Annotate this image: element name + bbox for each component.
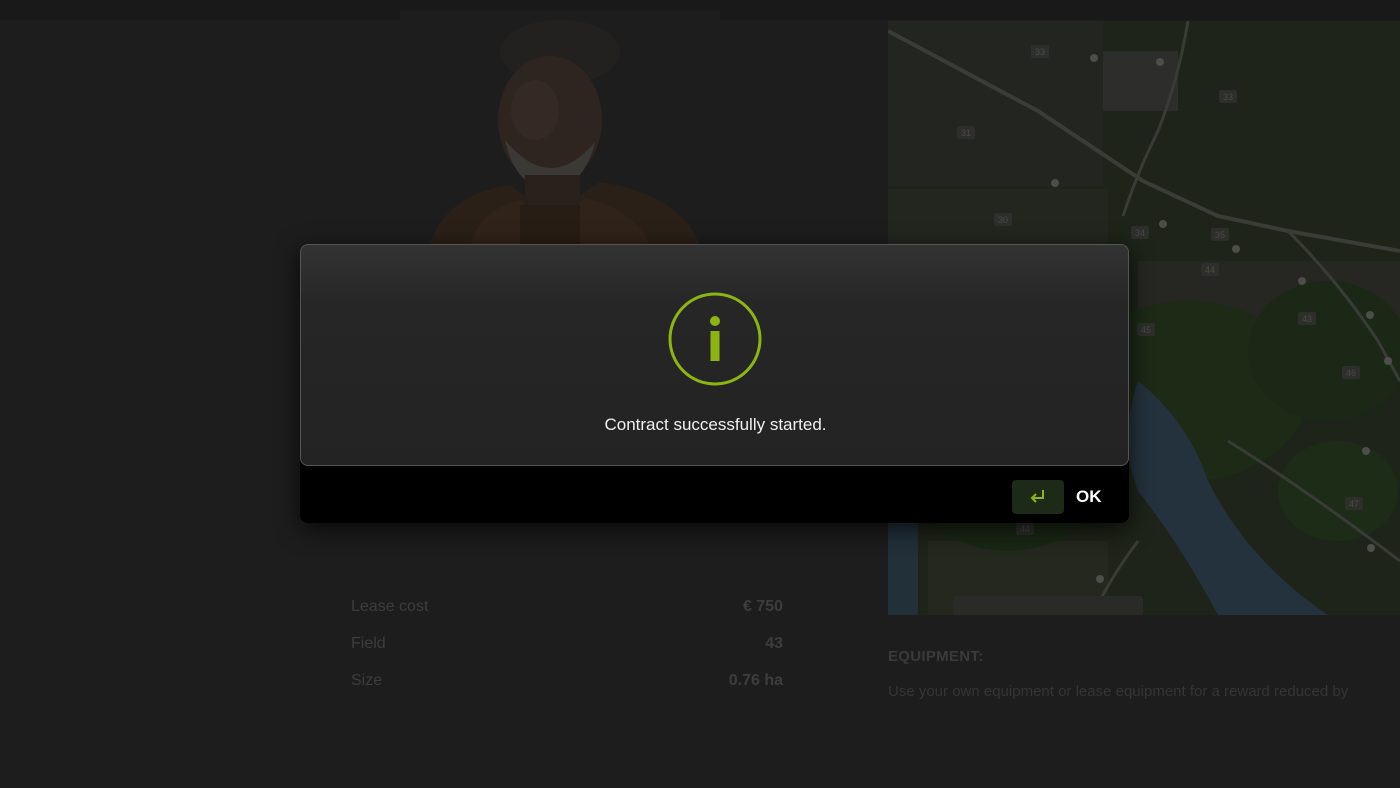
detail-value: 43 (765, 634, 783, 652)
map-field-number: 31 (961, 128, 971, 138)
detail-row-size: Size 0.76 ha (351, 662, 783, 699)
map-pin-icon (1096, 575, 1104, 583)
map-pin-icon (1159, 220, 1167, 228)
map-pin-icon (1362, 447, 1370, 455)
map-field-number: 33 (1223, 92, 1233, 102)
map-field-number: 30 (998, 215, 1008, 225)
map-pin-icon (1366, 311, 1374, 319)
map-pin-icon (1051, 179, 1059, 187)
map-pin-icon (1367, 544, 1375, 552)
contractor-portrait (400, 10, 720, 245)
map-field-number: 46 (1346, 368, 1356, 378)
map-pin-icon (1298, 277, 1306, 285)
map-field-number: 35 (1215, 230, 1225, 240)
detail-label: Lease cost (351, 597, 429, 615)
map-field-number: 47 (1349, 499, 1359, 509)
map-field-number: 43 (1302, 314, 1312, 324)
map-field-number: 45 (1141, 325, 1151, 335)
map-field-number: 33 (1035, 47, 1045, 57)
map-pin-icon (1232, 245, 1240, 253)
enter-key-icon (1012, 480, 1064, 514)
info-dialog: Contract successfully started. OK (300, 244, 1129, 523)
dialog-body: Contract successfully started. (300, 244, 1129, 466)
map-pin-icon (1090, 54, 1098, 62)
map-field-number: 44 (1205, 265, 1215, 275)
detail-label: Field (351, 634, 386, 652)
map-field-number: 34 (1135, 228, 1145, 238)
ok-button[interactable]: OK (1012, 480, 1102, 514)
ok-button-label: OK (1076, 487, 1102, 506)
contract-details: Lease cost € 750 Field 43 Size 0.76 ha (351, 588, 783, 699)
map-field-number: 44 (1020, 524, 1030, 534)
map-pin-icon (1156, 58, 1164, 66)
equipment-title: EQUIPMENT: (888, 648, 984, 665)
game-screen: Lease cost € 750 Field 43 Size 0.76 ha 3… (0, 0, 1400, 788)
detail-value: 0.76 ha (728, 671, 783, 689)
map-pin-icon (1384, 357, 1392, 365)
detail-row-lease-cost: Lease cost € 750 (351, 588, 783, 625)
info-icon (667, 291, 763, 387)
detail-row-field: Field 43 (351, 625, 783, 662)
dialog-footer: OK (300, 466, 1129, 523)
detail-label: Size (351, 671, 383, 689)
equipment-description: Use your own equipment or lease equipmen… (888, 683, 1349, 700)
detail-value: € 750 (742, 597, 783, 615)
dialog-message: Contract successfully started. (604, 415, 827, 434)
